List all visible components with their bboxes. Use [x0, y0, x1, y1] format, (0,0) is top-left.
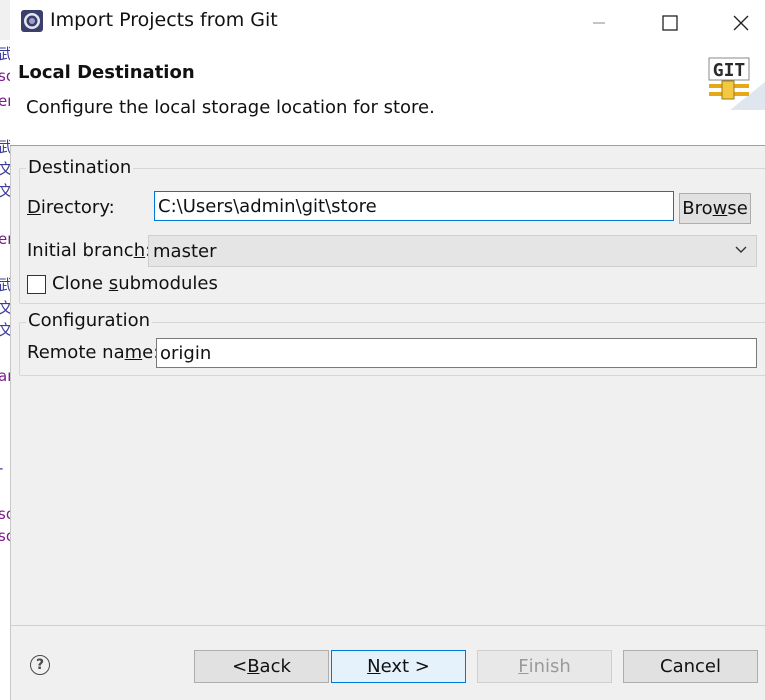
remote-name-label: Remote name:: [27, 342, 160, 363]
destination-group-label: Destination: [26, 157, 134, 178]
back-button[interactable]: < Back: [194, 650, 329, 683]
minimize-button[interactable]: [576, 0, 622, 45]
browse-button[interactable]: Bro w se: [679, 193, 751, 224]
directory-input[interactable]: C:\Users\admin\git\store: [154, 191, 674, 221]
background-char: 文: [0, 183, 10, 199]
background-char: so: [0, 528, 10, 544]
directory-label: Directory:: [27, 197, 115, 218]
background-char: 文: [0, 161, 10, 177]
background-char: er: [0, 231, 10, 247]
window-title: Import Projects from Git: [50, 9, 278, 31]
close-button[interactable]: [718, 0, 764, 45]
close-icon: [733, 15, 749, 30]
background-char: so: [0, 506, 10, 522]
finish-button[interactable]: Finish: [477, 650, 612, 683]
clone-submodules-checkbox[interactable]: [27, 275, 46, 294]
clone-submodules-label[interactable]: Clone submodules: [52, 273, 218, 294]
maximize-button[interactable]: [647, 0, 693, 45]
background-char: -: [0, 460, 3, 476]
git-logo-icon: GIT: [700, 52, 765, 110]
initial-branch-label: Initial branch:: [27, 240, 151, 261]
background-char: 文: [0, 300, 10, 316]
git-logo-text: GIT: [713, 60, 746, 81]
chevron-down-icon: [734, 241, 748, 260]
initial-branch-select[interactable]: master: [148, 235, 757, 267]
page-title: Local Destination: [18, 62, 195, 83]
next-button[interactable]: Next >: [331, 650, 466, 683]
page-description: Configure the local storage location for…: [26, 97, 435, 118]
initial-branch-value: master: [153, 240, 217, 262]
background-char: ar: [0, 368, 10, 384]
help-icon[interactable]: ?: [30, 655, 50, 675]
configuration-group-label: Configuration: [26, 310, 153, 331]
cancel-button[interactable]: Cancel: [623, 650, 758, 683]
footer-separator: [10, 625, 765, 626]
background-char: 武: [0, 277, 10, 293]
minimize-icon: [593, 22, 605, 23]
eclipse-app-icon: [20, 9, 44, 33]
background-char: 文: [0, 322, 10, 338]
remote-name-input[interactable]: origin: [156, 338, 757, 368]
wizard-header: [10, 45, 765, 146]
maximize-icon: [662, 14, 678, 31]
